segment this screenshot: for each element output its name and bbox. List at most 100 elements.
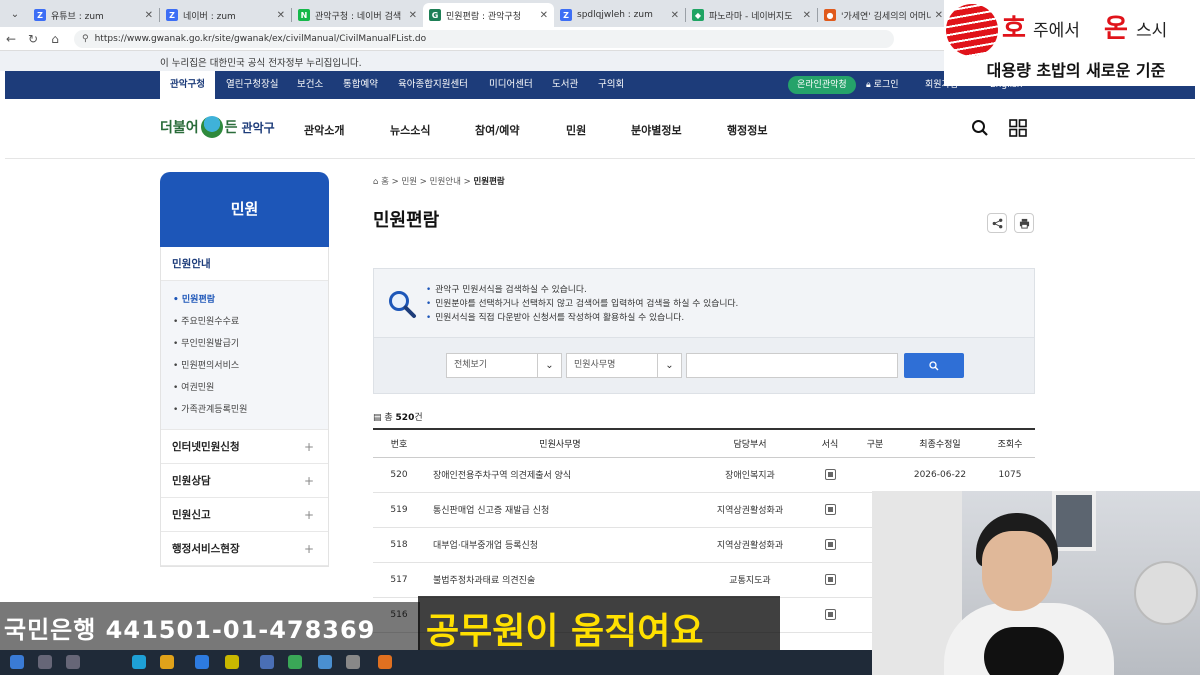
main-menu-item[interactable]: 민원: [566, 122, 586, 138]
app-icon[interactable]: [346, 655, 360, 669]
row-title-link[interactable]: 장애인전용주차구역 의견제출서 양식: [425, 457, 695, 493]
form-download-icon[interactable]: [824, 609, 836, 620]
browser-tab[interactable]: Zspdlqjwleh : zum ✕: [554, 3, 685, 27]
info-line: 관악구 민원서식을 검색하실 수 있습니다.: [426, 283, 738, 297]
browser-tab[interactable]: ●'가세연' 김세의의 어머니, 이✕: [818, 3, 949, 27]
topnav-item[interactable]: 관악구청: [160, 71, 215, 99]
row-title-link[interactable]: 불법주정차과태료 의견진술: [425, 562, 695, 598]
row-form: [805, 457, 855, 493]
sidebar-group[interactable]: 인터넷민원신청 +: [161, 430, 328, 464]
home-icon[interactable]: ⌂: [44, 32, 66, 46]
reload-icon[interactable]: ↻: [22, 32, 44, 46]
sidebar-subitem-active[interactable]: • 민원편람: [173, 289, 328, 311]
all-menu-icon[interactable]: [1009, 119, 1027, 137]
url-field[interactable]: ⚲ https://www.gwanak.go.kr/site/gwanak/e…: [74, 29, 894, 48]
search-input[interactable]: [686, 353, 898, 378]
sidebar-group[interactable]: 민원신고 +: [161, 498, 328, 532]
tab-favicon: Z: [560, 9, 572, 21]
tab-close-icon[interactable]: ✕: [540, 10, 548, 21]
expand-plus-icon: +: [303, 508, 314, 522]
task-view-icon[interactable]: [66, 655, 80, 669]
browser-tab[interactable]: N 관악구청 : 네이버 검색 ✕: [292, 3, 423, 27]
tab-search-icon[interactable]: ⌄: [4, 3, 26, 25]
search-icon[interactable]: [971, 119, 989, 137]
main-menu-item[interactable]: 참여/예약: [475, 122, 520, 138]
main-menu-item[interactable]: 행정정보: [727, 122, 767, 138]
info-line: 민원분야를 선택하거나 선택하지 않고 검색어를 입력하여 검색을 하실 수 있…: [426, 297, 738, 311]
form-download-icon[interactable]: [824, 469, 836, 480]
sidebar-title: 민원: [160, 172, 329, 247]
app-icon[interactable]: [318, 655, 332, 669]
ie-icon[interactable]: [195, 655, 209, 669]
topnav-item[interactable]: 열린구청장실: [226, 71, 278, 99]
webcam-feed: [872, 491, 1200, 675]
topnav-item[interactable]: 구의회: [598, 71, 624, 99]
sidebar-subitem[interactable]: • 주요민원수수료: [173, 311, 328, 333]
topnav-item[interactable]: 보건소: [297, 71, 323, 99]
folder-icon[interactable]: [160, 655, 174, 669]
table-row[interactable]: 520 장애인전용주차구역 의견제출서 양식 장애인복지과 2026-06-22…: [373, 457, 1035, 493]
edge-icon[interactable]: [132, 655, 146, 669]
form-download-icon[interactable]: [824, 504, 836, 515]
category-select[interactable]: 전체보기 ⌄: [446, 353, 562, 378]
logo-emblem: [200, 116, 223, 138]
magnifier-icon: [389, 291, 416, 318]
start-icon[interactable]: [10, 655, 24, 669]
row-views: 1075: [985, 457, 1035, 493]
column-header: 구분: [855, 429, 895, 458]
sidebar-subitem[interactable]: • 무인민원발급기: [173, 333, 328, 355]
form-download-icon[interactable]: [824, 574, 836, 585]
sidebar-subitem[interactable]: • 민원편의서비스: [173, 355, 328, 377]
result-count: ▤ 총 520건: [373, 413, 423, 423]
back-icon[interactable]: ←: [0, 32, 22, 46]
print-button[interactable]: [1014, 213, 1034, 233]
sidebar-subitem[interactable]: • 가족관계등록민원: [173, 399, 328, 421]
tab-close-icon[interactable]: ✕: [671, 10, 679, 21]
main-menu-item[interactable]: 뉴스소식: [390, 122, 430, 138]
chevron-down-icon: ⌄: [537, 354, 561, 377]
search-icon[interactable]: [38, 655, 52, 669]
sidebar-subitem[interactable]: • 여권민원: [173, 377, 328, 399]
row-department: 지역상권활성화과: [695, 527, 805, 563]
tab-close-icon[interactable]: ✕: [145, 10, 153, 21]
microphone: [984, 627, 1064, 675]
sidebar-section-civil-guide[interactable]: 민원안내: [161, 247, 328, 281]
tab-favicon: ●: [824, 9, 836, 21]
home-icon[interactable]: ⌂: [373, 177, 378, 187]
row-title-link[interactable]: 통신판매업 신고증 재발급 신청: [425, 492, 695, 528]
expand-plus-icon: +: [303, 542, 314, 556]
search-button[interactable]: [904, 353, 964, 378]
topnav-item[interactable]: 육아종합지원센터: [398, 71, 468, 99]
online-office-button[interactable]: 온라인관악청: [788, 76, 856, 94]
app-icon[interactable]: [260, 655, 274, 669]
tab-close-icon[interactable]: ✕: [803, 10, 811, 21]
share-button[interactable]: [987, 213, 1007, 233]
sidebar-submenu: • 민원편람 • 주요민원수수료 • 무인민원발급기 • 민원편의서비스 • 여…: [161, 281, 328, 430]
browser-tab-active[interactable]: G 민원편람 : 관악구청 ✕: [423, 3, 554, 27]
site-info-icon[interactable]: ⚲: [82, 34, 89, 44]
taskbar: [0, 650, 872, 675]
form-download-icon[interactable]: [824, 539, 836, 550]
chat-icon[interactable]: [225, 655, 239, 669]
main-menu-item[interactable]: 분야별정보: [631, 122, 682, 138]
row-form: [805, 562, 855, 598]
search-field-select[interactable]: 민원사무명 ⌄: [566, 353, 682, 378]
breadcrumb: ⌂ 홈 > 민원 > 민원안내 > 민원편람: [373, 177, 505, 187]
sidebar-group[interactable]: 민원상담 +: [161, 464, 328, 498]
topnav-item[interactable]: 통합예약: [343, 71, 378, 99]
row-title-link[interactable]: 대부업·대부중개업 등록신청: [425, 527, 695, 563]
browser-tab[interactable]: Z 유튜브 : zum ✕: [28, 3, 159, 27]
app-icon[interactable]: [378, 655, 392, 669]
gwanak-logo[interactable]: 더불어 든 관악구: [160, 116, 275, 138]
login-link[interactable]: 🔒︎ 로그인: [866, 71, 899, 99]
tab-close-icon[interactable]: ✕: [277, 10, 285, 21]
chrome-icon[interactable]: [288, 655, 302, 669]
sidebar-group[interactable]: 행정서비스현장 +: [161, 532, 328, 566]
topnav-item[interactable]: 도서관: [552, 71, 578, 99]
browser-tab[interactable]: ◆ 파노라마 - 네이버지도 ✕: [686, 3, 817, 27]
tab-close-icon[interactable]: ✕: [935, 10, 943, 21]
browser-tab[interactable]: Z 네이버 : zum ✕: [160, 3, 291, 27]
tab-close-icon[interactable]: ✕: [409, 10, 417, 21]
main-menu-item[interactable]: 관악소개: [304, 122, 344, 138]
topnav-item[interactable]: 미디어센터: [489, 71, 533, 99]
